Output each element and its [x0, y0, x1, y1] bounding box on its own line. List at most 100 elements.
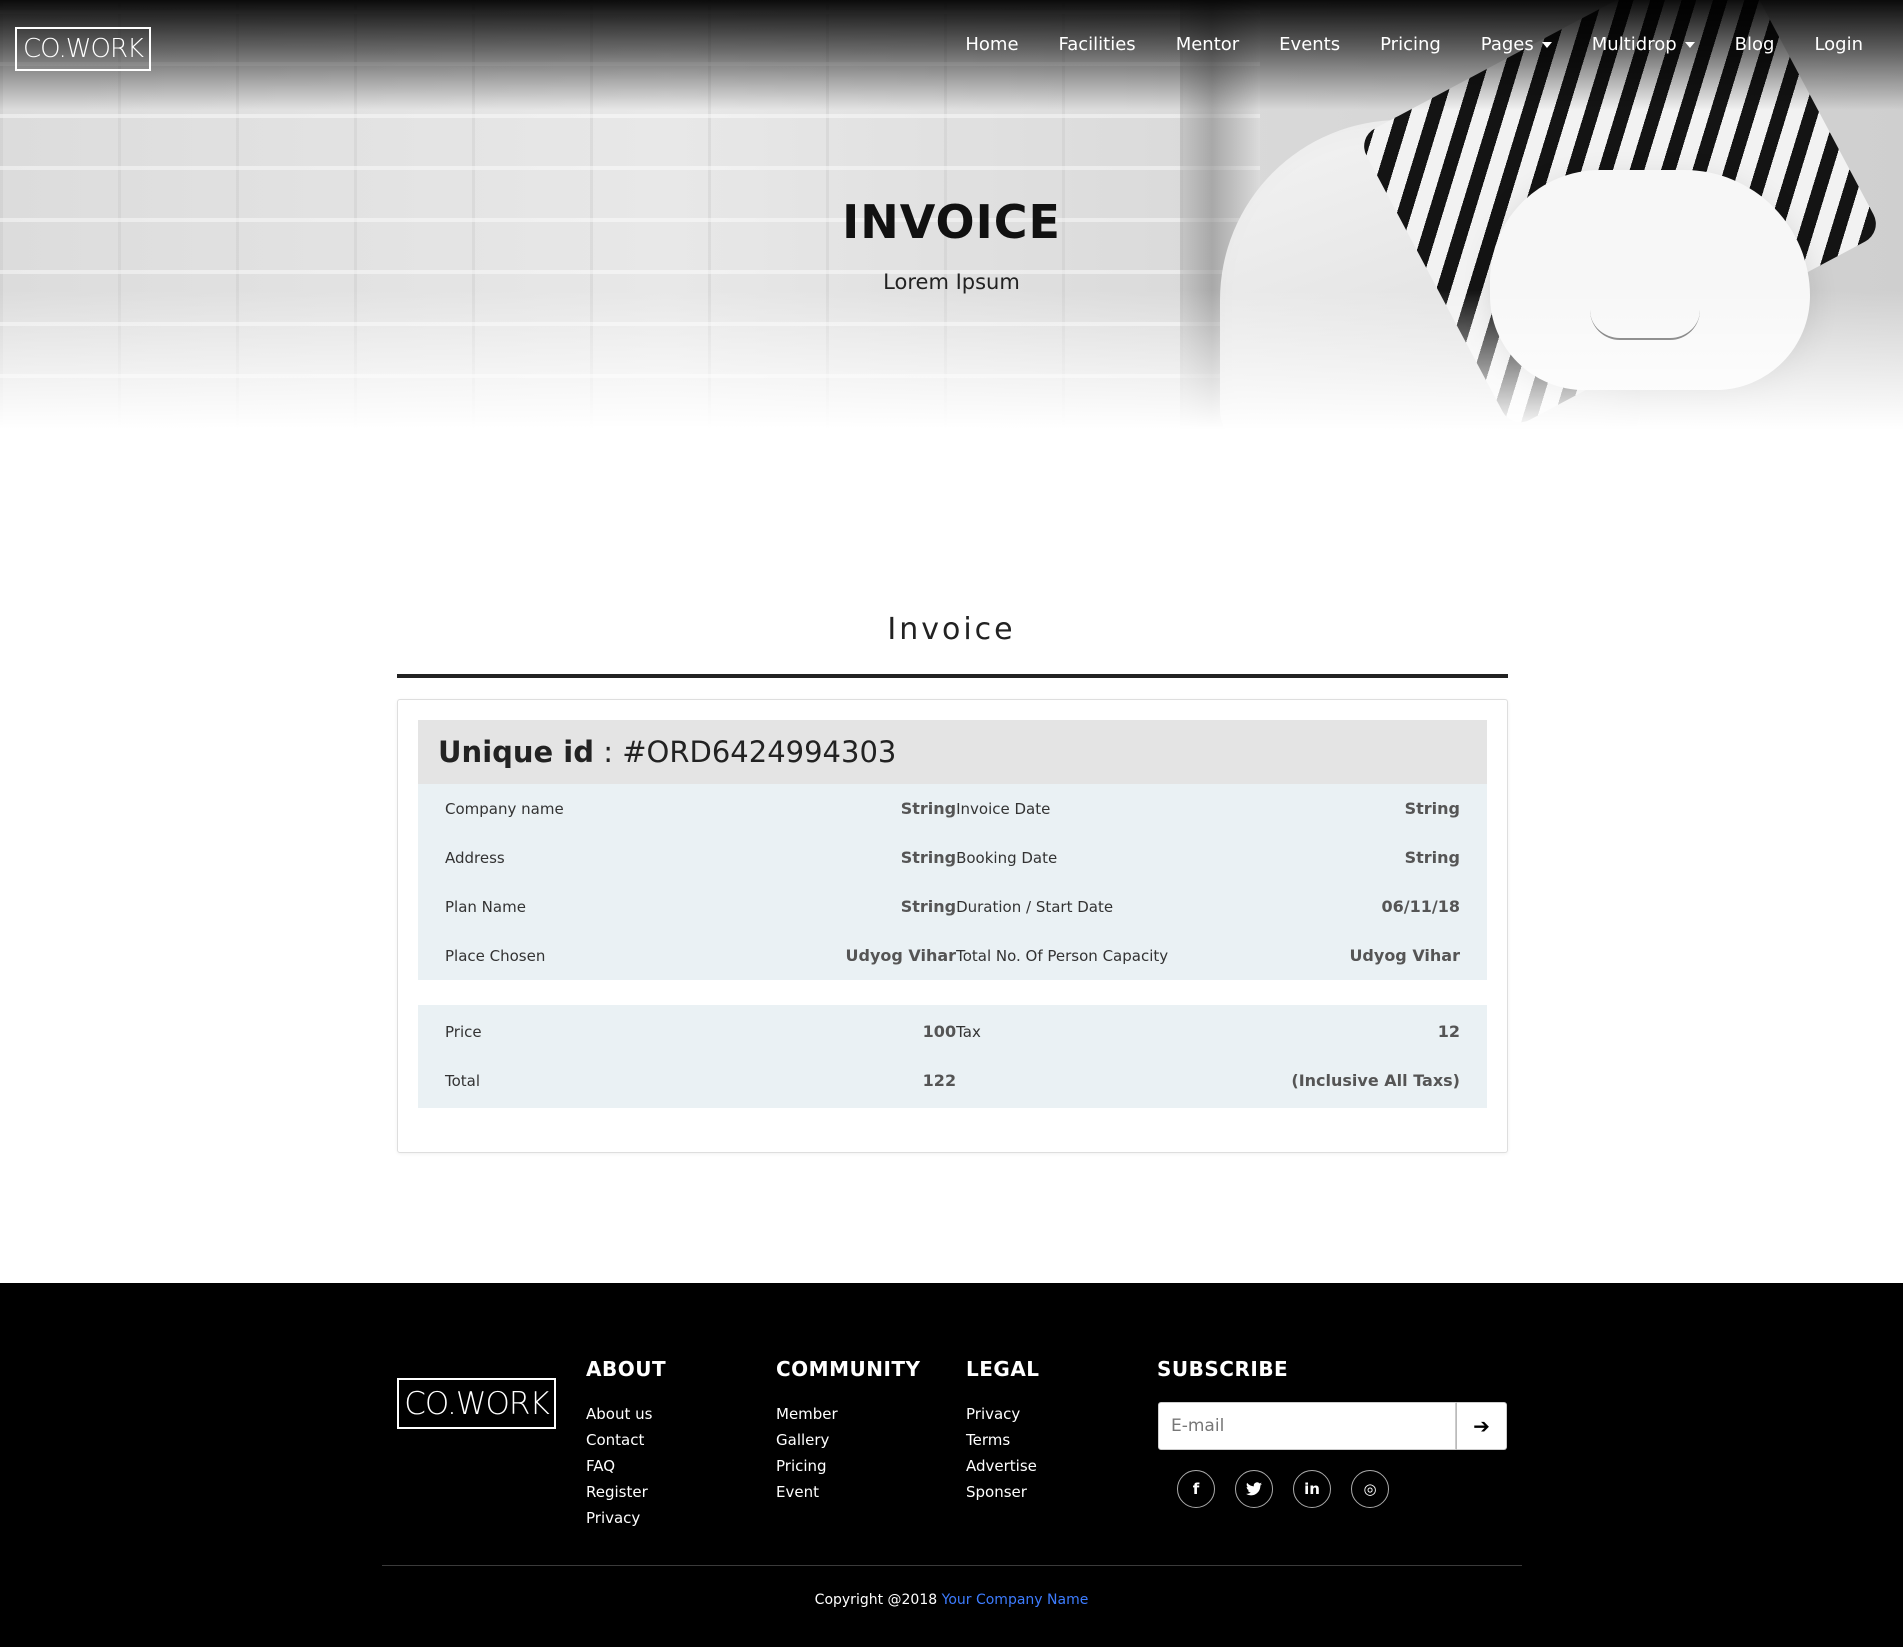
detail-label: Duration / Start Date: [956, 897, 1114, 916]
footer-community-heading: COMMUNITY: [776, 1357, 921, 1381]
totals-row: Price 100 Tax 12: [418, 1007, 1487, 1056]
caret-down-icon: [1541, 41, 1552, 48]
detail-row: Company name String Invoice Date String: [418, 784, 1487, 833]
tax-note: (Inclusive All Taxs): [1291, 1071, 1460, 1090]
detail-value: String: [1404, 848, 1460, 867]
totals-value: 122: [922, 1071, 957, 1090]
page-title: INVOICE: [842, 195, 1061, 249]
footer-link[interactable]: Register: [586, 1479, 666, 1505]
totals-row: Total 122 (Inclusive All Taxs): [418, 1056, 1487, 1105]
totals-value: 12: [1437, 1022, 1460, 1041]
footer-subscribe: SUBSCRIBE: [1157, 1357, 1288, 1401]
subscribe-form: ➔: [1158, 1402, 1508, 1450]
nav-multidrop-label: Multidrop: [1591, 34, 1677, 55]
twitter-bird-glyph: [1246, 1482, 1262, 1496]
unique-id-bar: Unique id : #ORD6424994303: [418, 720, 1487, 784]
nav-home-label: Home: [965, 34, 1019, 55]
nav-login-label: Login: [1814, 34, 1863, 55]
instagram-icon[interactable]: ◎: [1351, 1470, 1389, 1508]
footer-legal-heading: LEGAL: [966, 1357, 1040, 1381]
footer-link[interactable]: Advertise: [966, 1453, 1040, 1479]
detail-label: Booking Date: [956, 848, 1058, 867]
footer-link[interactable]: FAQ: [586, 1453, 666, 1479]
footer-legal: LEGAL Privacy Terms Advertise Sponser: [966, 1357, 1040, 1505]
detail-value: 06/11/18: [1381, 897, 1460, 916]
totals-value: 100: [922, 1022, 957, 1041]
nav-facilities-label: Facilities: [1058, 34, 1136, 55]
nav-blog[interactable]: Blog: [1735, 34, 1775, 55]
email-input[interactable]: [1158, 1402, 1456, 1450]
caret-down-icon: [1684, 41, 1695, 48]
nav-mentor[interactable]: Mentor: [1176, 34, 1239, 55]
totals-label: Tax: [956, 1022, 981, 1041]
facebook-glyph: f: [1192, 1480, 1200, 1498]
social-links: f in ◎: [1177, 1470, 1389, 1508]
footer-link[interactable]: Member: [776, 1401, 921, 1427]
nav-multidrop-dropdown[interactable]: Multidrop: [1592, 34, 1695, 55]
copyright: Copyright @2018 Your Company Name: [0, 1592, 1903, 1608]
invoice-card: Unique id : #ORD6424994303 Company name S…: [397, 699, 1508, 1153]
footer-about-heading: ABOUT: [586, 1357, 667, 1381]
detail-label: Invoice Date: [956, 799, 1051, 818]
linkedin-glyph: in: [1304, 1480, 1320, 1498]
invoice-details: Company name String Invoice Date String Ad…: [418, 784, 1487, 980]
detail-row: Plan Name String Duration / Start Date 06/…: [418, 882, 1487, 931]
footer-link[interactable]: Sponser: [966, 1479, 1040, 1505]
totals-label: Price: [445, 1022, 482, 1041]
main-nav: Home Facilities Mentor Events Pricing Pa…: [925, 34, 1863, 55]
nav-blog-label: Blog: [1734, 34, 1775, 55]
nav-pages-label: Pages: [1480, 34, 1534, 55]
detail-value: Udyog Vihar: [1349, 946, 1460, 965]
twitter-icon[interactable]: [1235, 1470, 1273, 1508]
subscribe-button[interactable]: ➔: [1456, 1402, 1507, 1450]
footer-link[interactable]: Gallery: [776, 1427, 921, 1453]
arrow-right-icon: ➔: [1473, 1414, 1490, 1438]
footer-link[interactable]: Pricing: [776, 1453, 921, 1479]
footer-logo[interactable]: CO.WORK: [397, 1378, 556, 1429]
footer-divider: [382, 1565, 1522, 1566]
detail-row: Address String Booking Date String: [418, 833, 1487, 882]
nav-pricing-label: Pricing: [1380, 34, 1441, 55]
linkedin-icon[interactable]: in: [1293, 1470, 1331, 1508]
detail-value: String: [900, 897, 957, 916]
nav-pricing[interactable]: Pricing: [1380, 34, 1441, 55]
totals-label: Total: [445, 1071, 481, 1090]
site-footer: CO.WORK ABOUT About us Contact FAQ Regis…: [0, 1283, 1903, 1647]
invoice-section-title: Invoice: [887, 612, 1016, 647]
instagram-glyph: ◎: [1363, 1480, 1377, 1498]
section-divider: [397, 674, 1508, 678]
unique-id-value: #ORD6424994303: [622, 735, 897, 769]
unique-id-label: Unique id: [438, 735, 595, 769]
detail-value: Udyog Vihar: [845, 946, 957, 965]
footer-link[interactable]: About us: [586, 1401, 666, 1427]
page-subtitle: Lorem Ipsum: [883, 270, 1020, 294]
nav-login[interactable]: Login: [1814, 34, 1863, 55]
detail-label: Place Chosen: [445, 946, 546, 965]
nav-facilities[interactable]: Facilities: [1059, 34, 1136, 55]
detail-label: Total No. Of Person Capacity: [956, 946, 1169, 965]
nav-pages-dropdown[interactable]: Pages: [1481, 34, 1552, 55]
unique-id-separator: :: [594, 735, 623, 769]
company-link[interactable]: Your Company Name: [942, 1592, 1089, 1608]
nav-home[interactable]: Home: [965, 34, 1018, 55]
footer-link[interactable]: Contact: [586, 1427, 666, 1453]
nav-events-label: Events: [1279, 34, 1341, 55]
cowork-logo[interactable]: CO.WORK: [15, 27, 151, 71]
footer-link[interactable]: Privacy: [966, 1401, 1040, 1427]
detail-value: String: [900, 848, 957, 867]
footer-subscribe-heading: SUBSCRIBE: [1157, 1357, 1289, 1381]
footer-about: ABOUT About us Contact FAQ Register Priv…: [586, 1357, 666, 1531]
detail-label: Plan Name: [445, 897, 526, 916]
detail-label: Company name: [445, 799, 564, 818]
nav-mentor-label: Mentor: [1175, 34, 1240, 55]
footer-community: COMMUNITY Member Gallery Pricing Event: [776, 1357, 921, 1505]
footer-link[interactable]: Event: [776, 1479, 921, 1505]
facebook-icon[interactable]: f: [1177, 1470, 1215, 1508]
invoice-totals: Price 100 Tax 12 Total 122 (Inclusive All T…: [418, 1005, 1487, 1108]
footer-link[interactable]: Privacy: [586, 1505, 666, 1531]
hero-bottom-fade: [0, 290, 1903, 430]
footer-link[interactable]: Terms: [966, 1427, 1040, 1453]
nav-events[interactable]: Events: [1279, 34, 1340, 55]
detail-row: Place Chosen Udyog Vihar Total No. Of Per…: [418, 931, 1487, 980]
detail-value: String: [1404, 799, 1460, 818]
